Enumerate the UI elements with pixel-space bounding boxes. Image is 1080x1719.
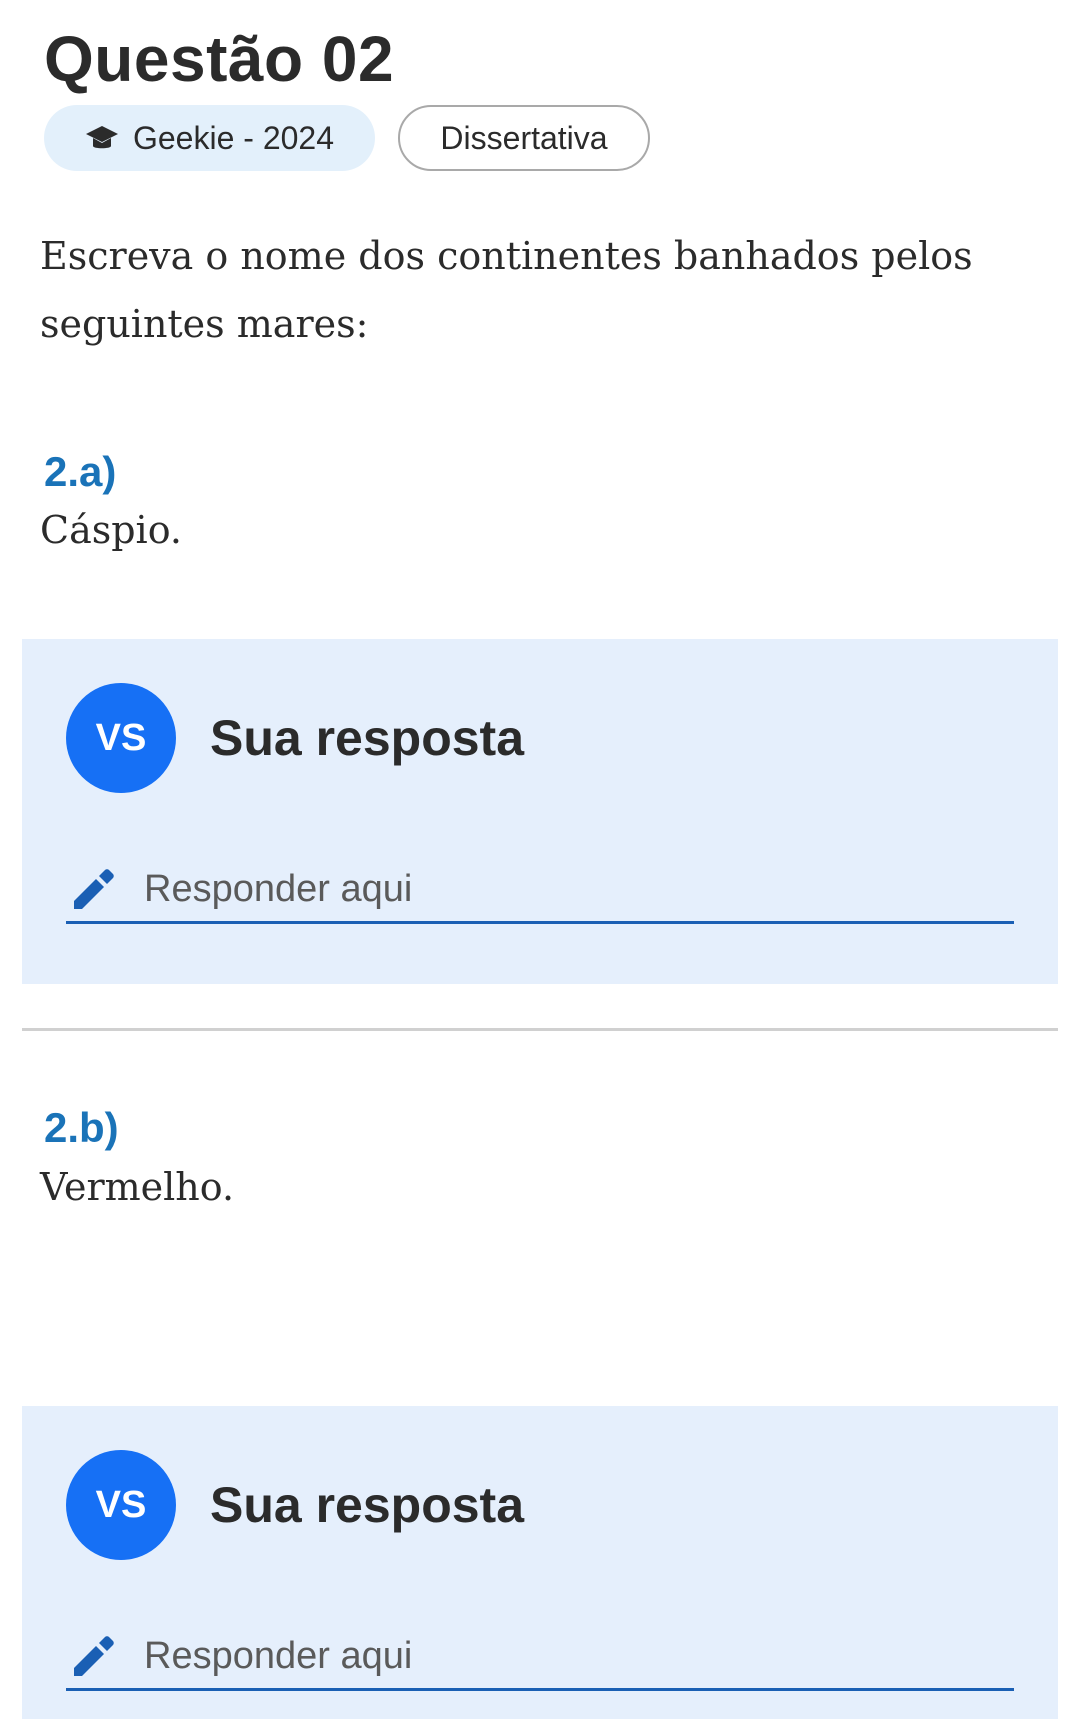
- type-chip-label: Dissertativa: [440, 119, 608, 156]
- answer-heading: Sua resposta: [210, 710, 525, 766]
- graduation-cap-icon: [85, 123, 119, 153]
- item-label: 2.a): [44, 448, 117, 495]
- answer-input[interactable]: Responder aqui: [66, 857, 1014, 924]
- answer-placeholder: Responder aqui: [144, 867, 413, 910]
- answer-placeholder: Responder aqui: [144, 1634, 413, 1677]
- divider: [22, 1028, 1058, 1031]
- item-text: Vermelho.: [40, 1165, 235, 1209]
- item-text: Cáspio.: [40, 508, 182, 552]
- pencil-icon: [66, 1634, 114, 1678]
- avatar: VS: [66, 683, 176, 793]
- item-label: 2.b): [44, 1104, 119, 1151]
- question-prompt: Escreva o nome dos continentes banhados …: [40, 234, 973, 346]
- avatar: VS: [66, 1450, 176, 1560]
- answer-input[interactable]: Responder aqui: [66, 1624, 1014, 1691]
- pencil-icon: [66, 867, 114, 911]
- answer-card: VS Sua resposta Responder aqui: [22, 639, 1058, 984]
- question-tags: Geekie - 2024 Dissertativa: [44, 105, 650, 171]
- source-chip-label: Geekie - 2024: [132, 119, 334, 156]
- page-title: Questão 02: [44, 23, 395, 95]
- answer-heading: Sua resposta: [210, 1477, 525, 1533]
- answer-card: VS Sua resposta Responder aqui: [22, 1406, 1058, 1719]
- source-chip: Geekie - 2024: [44, 105, 375, 171]
- type-chip: Dissertativa: [398, 105, 650, 171]
